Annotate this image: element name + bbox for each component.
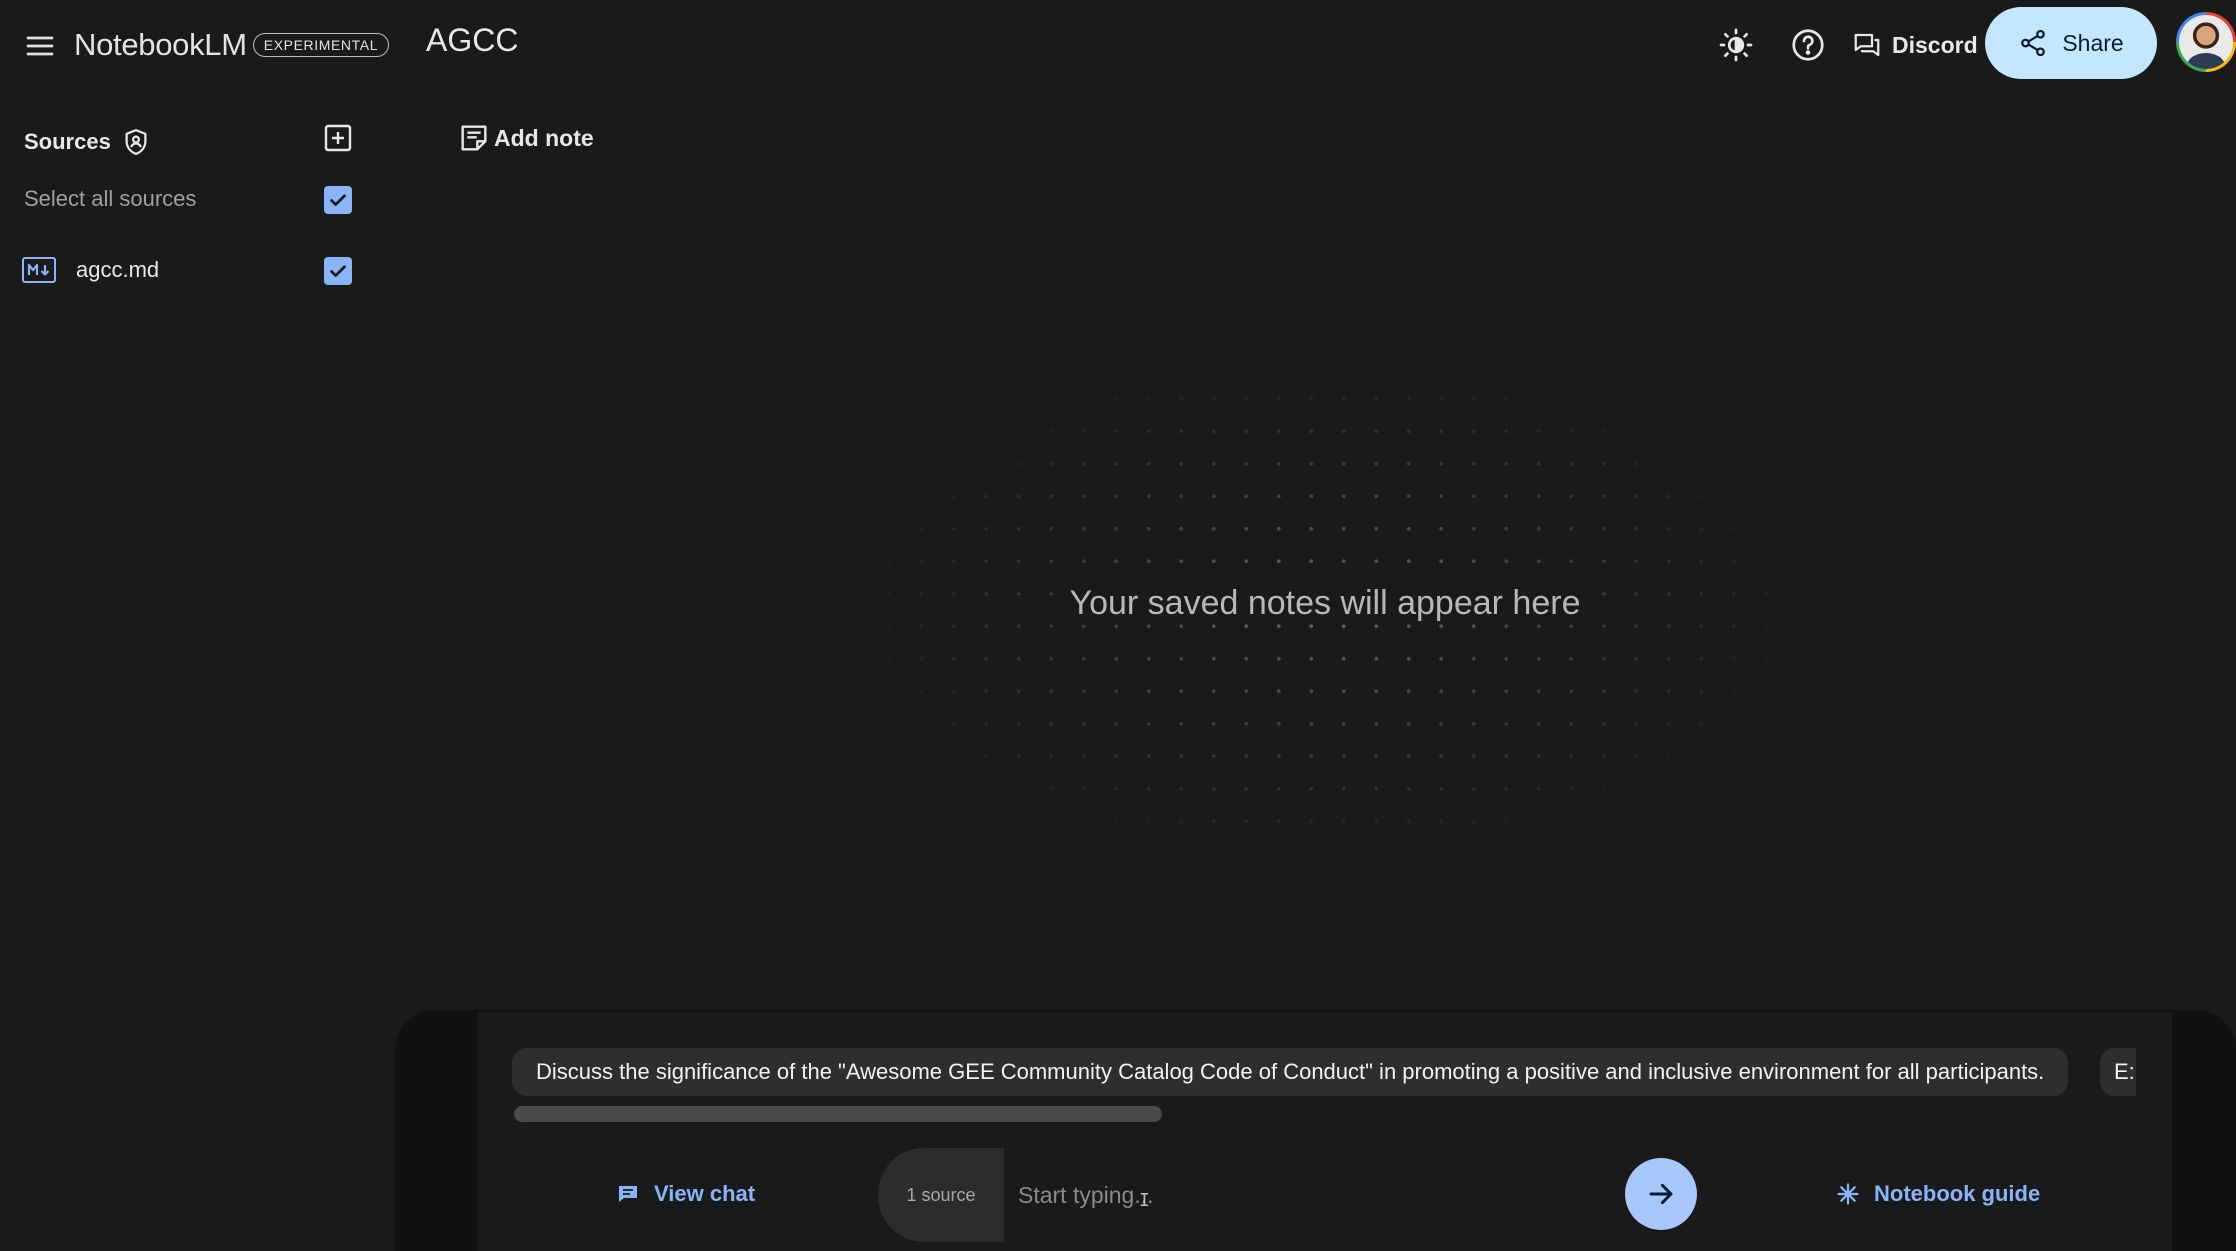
share-label: Share bbox=[2062, 29, 2124, 56]
check-icon bbox=[330, 265, 346, 277]
experimental-badge: EXPERIMENTAL bbox=[252, 33, 390, 57]
source-checkbox[interactable] bbox=[324, 257, 352, 285]
check-icon bbox=[330, 194, 346, 206]
select-all-checkbox[interactable] bbox=[324, 186, 352, 214]
notebooklm-page: NotebookLM EXPERIMENTAL AGCC Discord Sha… bbox=[0, 0, 2236, 1251]
view-chat-button[interactable]: View chat bbox=[616, 1176, 755, 1212]
discord-button[interactable]: Discord bbox=[1852, 20, 1978, 70]
source-count-chip[interactable]: 1 source bbox=[878, 1148, 1004, 1242]
sparkle-icon bbox=[1837, 1183, 1859, 1205]
suggestion-chip[interactable]: E: bbox=[2100, 1048, 2136, 1096]
brand-logo[interactable]: NotebookLM EXPERIMENTAL bbox=[74, 20, 390, 70]
chat-icon bbox=[619, 1186, 637, 1202]
empty-state-dots bbox=[840, 350, 1810, 870]
markdown-icon bbox=[22, 257, 56, 283]
notebook-guide-button[interactable]: Notebook guide bbox=[1836, 1176, 2040, 1212]
notebook-title[interactable]: AGCC bbox=[426, 22, 518, 59]
avatar[interactable] bbox=[2176, 12, 2236, 72]
add-note-label: Add note bbox=[494, 124, 594, 151]
shield-icon[interactable] bbox=[121, 127, 151, 157]
help-icon[interactable] bbox=[1783, 20, 1833, 70]
source-item[interactable]: agcc.md bbox=[22, 252, 159, 288]
arrow-right-icon bbox=[1649, 1183, 1673, 1205]
share-button[interactable]: Share bbox=[1985, 7, 2157, 79]
notebook-guide-label: Notebook guide bbox=[1874, 1181, 2041, 1206]
chat-input[interactable] bbox=[1004, 1148, 1564, 1242]
send-button[interactable] bbox=[1625, 1158, 1697, 1230]
suggestion-strip: Discuss the significance of the "Awesome… bbox=[512, 1048, 2136, 1098]
note-icon bbox=[461, 125, 487, 151]
select-all-label: Select all sources bbox=[24, 186, 197, 211]
theme-toggle-icon[interactable] bbox=[1711, 20, 1761, 70]
suggestion-chip[interactable]: Discuss the significance of the "Awesome… bbox=[512, 1048, 2069, 1096]
brand-name: NotebookLM bbox=[74, 27, 247, 62]
sources-heading: Sources bbox=[24, 124, 151, 160]
sources-title: Sources bbox=[24, 129, 111, 154]
chat-input-bar: 1 source bbox=[878, 1146, 1698, 1242]
menu-icon[interactable] bbox=[18, 24, 62, 68]
avatar-image bbox=[2179, 15, 2233, 69]
discord-label: Discord bbox=[1892, 31, 1978, 58]
suggestion-scrollbar[interactable] bbox=[514, 1106, 1162, 1122]
view-chat-label: View chat bbox=[654, 1181, 756, 1206]
add-source-icon[interactable] bbox=[320, 120, 356, 156]
source-name: agcc.md bbox=[76, 257, 160, 282]
add-note-button[interactable]: Add note bbox=[458, 122, 594, 154]
